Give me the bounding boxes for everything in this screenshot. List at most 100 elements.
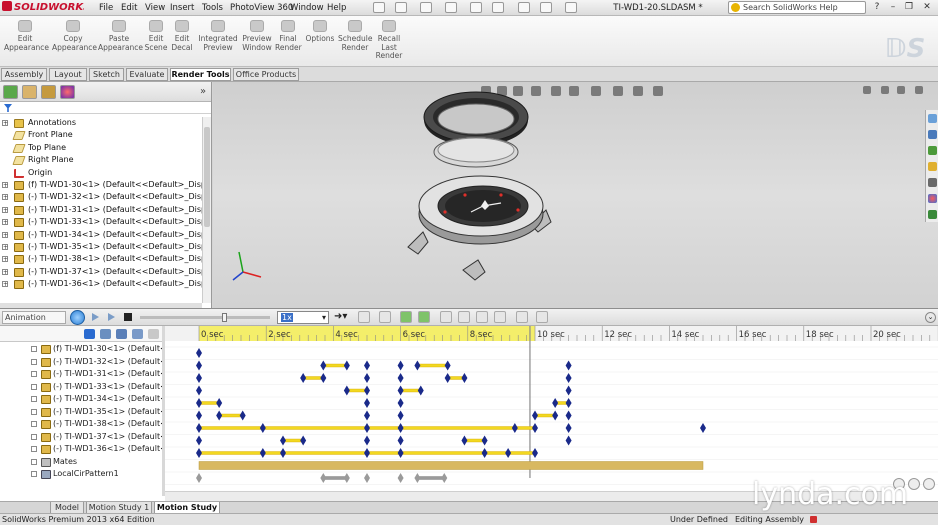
tab-render-tools[interactable]: Render Tools: [170, 68, 231, 81]
keypoint-icon[interactable]: [700, 423, 706, 433]
view-palette-icon[interactable]: [928, 162, 937, 171]
menu-file[interactable]: File: [96, 1, 116, 15]
contact-icon[interactable]: [476, 311, 488, 323]
keypoint-icon[interactable]: [320, 373, 327, 383]
edit-appearance-button[interactable]: Edit Appearance: [4, 20, 49, 66]
timeline-canvas[interactable]: 0 sec 2 sec 4 sec 6 sec 8 sec 10 sec 12 sec 14 …: [165, 326, 938, 491]
motion-tree-item[interactable]: Mates: [0, 456, 165, 469]
keypoint-icon[interactable]: [300, 435, 307, 446]
keypoint-icon[interactable]: [216, 410, 223, 421]
expand-icon[interactable]: +: [2, 206, 8, 213]
keypoint-icon[interactable]: [320, 360, 327, 371]
keypoint-icon[interactable]: [196, 385, 202, 396]
expand-icon[interactable]: +: [2, 256, 8, 263]
keypoint-icon[interactable]: [300, 373, 307, 383]
keypoint-icon[interactable]: [444, 360, 451, 371]
motion-tree-item[interactable]: LocalCirPattern1: [0, 468, 165, 481]
keypoint-icon[interactable]: [505, 448, 512, 458]
keypoint-icon[interactable]: [364, 423, 370, 433]
gravity-icon[interactable]: [494, 311, 506, 323]
file-explorer-icon[interactable]: [928, 146, 937, 155]
keypoint-icon[interactable]: [397, 360, 404, 371]
keypoint-icon[interactable]: [364, 398, 370, 408]
keypoint-icon[interactable]: [196, 410, 202, 421]
expand-icon[interactable]: +: [2, 219, 8, 226]
undo-icon[interactable]: [470, 2, 482, 13]
motion-tree-item[interactable]: (-) TI-WD1-33<1> (Default<<: [0, 381, 165, 394]
expand-panel-icon[interactable]: »: [196, 85, 210, 99]
options-gear-icon[interactable]: [565, 2, 577, 13]
keypoint-icon[interactable]: [343, 473, 350, 483]
help-search-input[interactable]: Search SolidWorks Help: [728, 1, 866, 14]
keypoint-icon[interactable]: [216, 398, 223, 408]
motor-icon[interactable]: [440, 311, 452, 323]
animation-wizard-icon[interactable]: [379, 311, 391, 323]
mates-bar[interactable]: [198, 461, 704, 470]
save-animation-icon[interactable]: [358, 311, 370, 323]
keypoint-icon[interactable]: [565, 410, 572, 421]
keypoint-icon[interactable]: [364, 448, 370, 458]
expand-icon[interactable]: +: [2, 281, 8, 288]
menu-help[interactable]: Help: [324, 1, 349, 15]
keypoint-icon[interactable]: [280, 435, 286, 446]
keypoint-icon[interactable]: [320, 473, 327, 483]
autokey-icon[interactable]: [400, 311, 412, 323]
keypoint-icon[interactable]: [280, 448, 286, 458]
expand-icon[interactable]: +: [2, 268, 8, 275]
timeline-change-bar[interactable]: [323, 363, 348, 368]
tree-item[interactable]: + (-) TI-WD1-37<1> (Default<<Default>_Dis…: [0, 266, 202, 278]
expand-icon[interactable]: [31, 358, 37, 365]
rebuild-icon[interactable]: [518, 2, 530, 13]
minimize-icon[interactable]: –: [886, 1, 900, 14]
timeline-change-bar[interactable]: [218, 413, 243, 418]
menu-tools[interactable]: Tools: [199, 1, 226, 15]
keypoint-icon[interactable]: [364, 473, 370, 483]
expand-icon[interactable]: [31, 421, 37, 427]
tab-office-products[interactable]: Office Products: [233, 68, 299, 81]
expand-icon[interactable]: [31, 433, 37, 440]
expand-icon[interactable]: [31, 346, 37, 352]
motion-tree-item[interactable]: (-) TI-WD1-34<1> (Default<<: [0, 393, 165, 406]
solidworks-logo[interactable]: SOLIDWORKS: [2, 1, 84, 15]
keypoint-icon[interactable]: [196, 448, 202, 458]
timeline-change-bar[interactable]: [198, 401, 220, 405]
tree-item[interactable]: + (-) TI-WD1-33<1> (Default<<Default>_Dis…: [0, 216, 202, 228]
expand-icon[interactable]: +: [2, 181, 8, 188]
tab-evaluate[interactable]: Evaluate: [126, 68, 168, 81]
motion-tree-item[interactable]: (-) TI-WD1-31<1> (Default<<: [0, 368, 165, 381]
expand-icon[interactable]: [31, 408, 37, 415]
keypoint-icon[interactable]: [414, 360, 421, 371]
timeline[interactable]: 0 sec 2 sec 4 sec 6 sec 8 sec 10 sec 12 sec 14 …: [165, 326, 938, 496]
recall-last-render-button[interactable]: Recall Last Render: [374, 20, 404, 66]
timeline-change-bar[interactable]: [400, 388, 421, 393]
expand-icon[interactable]: [31, 471, 37, 477]
tree-item[interactable]: + (-) TI-WD1-36<1> (Default<<Default>_Dis…: [0, 278, 202, 290]
preview-window-button[interactable]: Preview Window: [241, 20, 273, 66]
keypoint-icon[interactable]: [397, 385, 404, 396]
add-key-icon[interactable]: [418, 311, 430, 323]
menu-insert[interactable]: Insert: [167, 1, 197, 15]
expand-icon[interactable]: +: [2, 120, 8, 127]
options-button[interactable]: Options: [305, 20, 335, 66]
edit-scene-button[interactable]: Edit Scene: [144, 20, 168, 66]
keypoint-icon[interactable]: [417, 385, 424, 396]
keypoint-icon[interactable]: [511, 423, 518, 433]
keypoint-icon[interactable]: [461, 435, 468, 446]
keypoint-icon[interactable]: [397, 473, 404, 483]
filter-driving-icon[interactable]: [100, 329, 111, 339]
keypoint-icon[interactable]: [397, 410, 404, 421]
keypoint-icon[interactable]: [196, 373, 202, 383]
study-type-select[interactable]: Animation: [2, 311, 66, 324]
feature-tree-scrollbar[interactable]: [202, 117, 211, 303]
keypoint-icon[interactable]: [196, 423, 202, 433]
menu-photoview[interactable]: PhotoView 360: [227, 1, 296, 15]
timeline-change-bar[interactable]: [534, 413, 556, 418]
final-render-button[interactable]: Final Render: [275, 20, 302, 66]
stop-icon[interactable]: [124, 313, 132, 321]
tree-item[interactable]: Origin: [0, 167, 202, 179]
motion-tree-item[interactable]: (f) TI-WD1-30<1> (Default<<: [0, 343, 165, 356]
results-and-plots-icon[interactable]: [516, 311, 528, 323]
integrated-preview-button[interactable]: Integrated Preview: [198, 20, 238, 66]
schedule-render-button[interactable]: Schedule Render: [338, 20, 372, 66]
tree-item[interactable]: + (-) TI-WD1-35<1> (Default<<Default>_Dis…: [0, 241, 202, 253]
